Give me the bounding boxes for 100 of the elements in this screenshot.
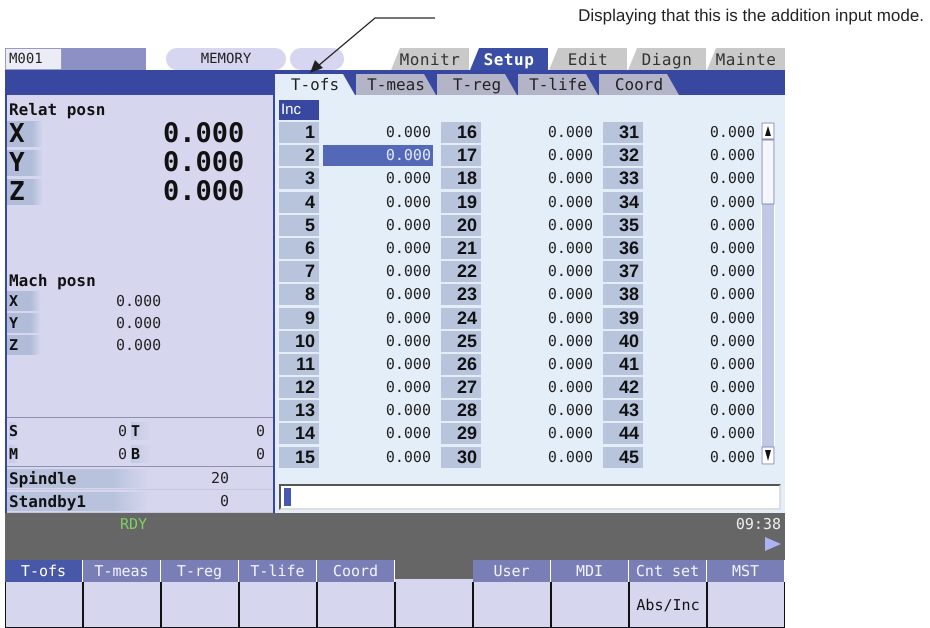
softkey[interactable]: [5, 582, 83, 628]
section-title: Relat posn: [8, 101, 106, 119]
offset-value[interactable]: 0.000: [647, 238, 757, 259]
offset-number: 31: [603, 122, 643, 143]
offset-value[interactable]: 0.000: [485, 192, 595, 213]
offset-value[interactable]: 0.000: [647, 145, 757, 166]
axis-label: X: [7, 120, 43, 146]
offset-value[interactable]: 0.000: [323, 446, 433, 468]
offset-value[interactable]: 0.000: [485, 284, 595, 306]
offset-value[interactable]: 0.000: [647, 284, 757, 306]
offset-value[interactable]: 0.000: [485, 238, 595, 259]
axis-label: Y: [7, 313, 41, 333]
offset-value[interactable]: 0.000: [323, 330, 433, 352]
offset-value[interactable]: 0.000: [647, 400, 757, 422]
offset-number: 19: [441, 192, 481, 213]
softkey[interactable]: [317, 582, 395, 628]
softkey[interactable]: [551, 582, 629, 628]
offset-value[interactable]: 0.000: [323, 377, 433, 398]
offset-number: 30: [441, 446, 481, 468]
offset-number: 44: [603, 423, 643, 444]
offset-number: 17: [441, 145, 481, 166]
offset-value[interactable]: 0.000: [323, 423, 433, 444]
modal-value: 0: [116, 422, 127, 440]
position-value: 0.000: [116, 292, 162, 310]
offset-number: 2: [279, 145, 319, 166]
offset-number: 20: [441, 214, 481, 236]
offset-value[interactable]: 0.000: [323, 354, 433, 375]
offset-value[interactable]: 0.000: [323, 308, 433, 328]
offset-number: 32: [603, 145, 643, 166]
offset-value[interactable]: 0.000: [647, 122, 757, 143]
offset-value[interactable]: 0.000: [647, 168, 757, 190]
softkey[interactable]: [161, 582, 239, 628]
menu-tab[interactable]: Monitr: [391, 48, 469, 70]
offset-value[interactable]: 0.000: [647, 330, 757, 352]
modal-value: 0: [254, 422, 265, 440]
offset-number: 5: [279, 214, 319, 236]
softkey-label[interactable]: T-ofs: [5, 560, 83, 582]
offset-value[interactable]: 0.000: [323, 284, 433, 306]
offset-number: 26: [441, 354, 481, 375]
offset-number: 15: [279, 446, 319, 468]
offset-value[interactable]: 0.000: [485, 423, 595, 444]
offset-number: 27: [441, 377, 481, 398]
ready-status: RDY: [120, 515, 148, 535]
offset-number: 6: [279, 238, 319, 259]
offset-value[interactable]: 0.000: [485, 145, 595, 166]
spindle-value: 20: [210, 469, 229, 487]
scrollbar[interactable]: [761, 122, 775, 465]
softkey[interactable]: [239, 582, 317, 628]
sub-tab[interactable]: T-meas: [356, 74, 436, 95]
softkey[interactable]: [707, 582, 785, 628]
sub-tab[interactable]: Coord: [599, 74, 679, 95]
offset-value[interactable]: 0.000: [323, 192, 433, 213]
softkey[interactable]: [395, 582, 473, 628]
offset-value[interactable]: 0.000: [485, 354, 595, 375]
sub-tab[interactable]: T-life: [518, 74, 598, 95]
offset-value[interactable]: 0.000: [647, 192, 757, 213]
offset-value[interactable]: 0.000: [323, 145, 433, 166]
sub-tab[interactable]: T-reg: [437, 74, 517, 95]
spindle-value: 0: [218, 492, 229, 510]
offset-number: 36: [603, 238, 643, 259]
offset-value[interactable]: 0.000: [485, 330, 595, 352]
offset-value[interactable]: 0.000: [647, 354, 757, 375]
softkey[interactable]: [473, 582, 551, 628]
offset-value[interactable]: 0.000: [323, 214, 433, 236]
offset-value[interactable]: 0.000: [485, 214, 595, 236]
sub-tab[interactable]: T-ofs: [275, 74, 355, 95]
offset-value[interactable]: 0.000: [647, 446, 757, 468]
offset-value[interactable]: 0.000: [485, 122, 595, 143]
offset-value[interactable]: 0.000: [647, 214, 757, 236]
offset-value[interactable]: 0.000: [485, 400, 595, 422]
offset-value[interactable]: 0.000: [647, 377, 757, 398]
offset-value[interactable]: 0.000: [647, 261, 757, 282]
offset-value[interactable]: 0.000: [485, 308, 595, 328]
offset-value[interactable]: 0.000: [323, 238, 433, 259]
offset-number: 14: [279, 423, 319, 444]
offset-number: 12: [279, 377, 319, 398]
offset-number: 4: [279, 192, 319, 213]
input-mode-label: Inc: [279, 100, 319, 120]
modal-label: T: [131, 422, 151, 440]
offset-value[interactable]: 0.000: [323, 261, 433, 282]
offset-value[interactable]: 0.000: [485, 446, 595, 468]
menu-tab[interactable]: Edit: [549, 48, 627, 70]
offset-number: 10: [279, 330, 319, 352]
status-pill: [290, 48, 344, 70]
section-title: Mach posn: [8, 272, 97, 290]
menu-tab[interactable]: Diagn: [628, 48, 706, 70]
offset-value[interactable]: 0.000: [323, 168, 433, 190]
input-field[interactable]: [279, 484, 781, 510]
softkey[interactable]: [83, 582, 161, 628]
offset-value[interactable]: 0.000: [323, 400, 433, 422]
offset-value[interactable]: 0.000: [647, 308, 757, 328]
offset-value[interactable]: 0.000: [485, 168, 595, 190]
offset-value[interactable]: 0.000: [485, 377, 595, 398]
offset-number: 38: [603, 284, 643, 306]
offset-value[interactable]: 0.000: [485, 261, 595, 282]
offset-value[interactable]: 0.000: [323, 122, 433, 143]
menu-tab[interactable]: Setup: [470, 48, 548, 70]
menu-tab[interactable]: Mainte: [707, 48, 785, 70]
offset-value[interactable]: 0.000: [647, 423, 757, 444]
offset-number: 24: [441, 308, 481, 328]
